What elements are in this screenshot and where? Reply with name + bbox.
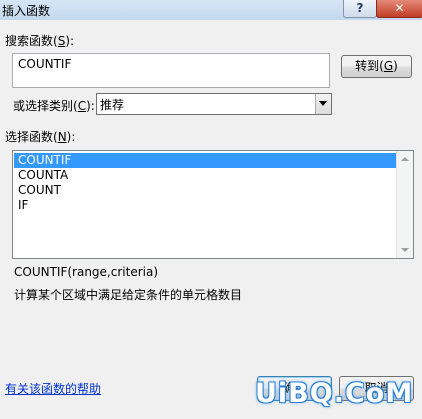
close-button[interactable]: ✕	[376, 0, 422, 18]
function-help-link[interactable]: 有关该函数的帮助	[5, 380, 101, 397]
category-label-prefix: 或选择类别(	[13, 99, 78, 113]
list-scrollbar[interactable]	[396, 151, 413, 258]
ok-button[interactable]: 确定	[257, 376, 332, 401]
search-label: 搜索函数(S):	[5, 32, 74, 49]
search-label-prefix: 搜索函数(	[5, 34, 58, 48]
title-bar: 插入函数 ? ✕	[0, 0, 422, 20]
function-item-count[interactable]: COUNT	[14, 183, 399, 198]
help-button[interactable]: ?	[343, 0, 377, 18]
function-item-if[interactable]: IF	[14, 198, 399, 213]
function-list-label-key: N	[57, 130, 67, 144]
scroll-up-icon[interactable]	[401, 157, 409, 161]
cancel-button[interactable]: 取消	[339, 376, 414, 401]
category-selected-value: 推荐	[100, 98, 125, 112]
function-list-label-suffix: ):	[66, 130, 76, 144]
search-label-suffix: ):	[65, 34, 75, 48]
goto-button[interactable]: 转到(G)	[341, 55, 412, 78]
function-list[interactable]: COUNTIF COUNTA COUNT IF	[12, 150, 414, 259]
category-label-key: C	[77, 99, 87, 113]
window-title: 插入函数	[2, 4, 51, 18]
category-label-suffix: ):	[86, 99, 95, 113]
function-item-countif[interactable]: COUNTIF	[14, 153, 399, 168]
function-description: 计算某个区域中满足给定条件的单元格数目	[14, 288, 243, 302]
chevron-down-icon	[319, 101, 327, 106]
dropdown-button[interactable]	[315, 94, 331, 114]
function-item-counta[interactable]: COUNTA	[14, 168, 399, 183]
search-input[interactable]: COUNTIF	[12, 53, 330, 88]
category-select[interactable]: 推荐	[96, 93, 332, 115]
function-syntax: COUNTIF(range,criteria)	[14, 265, 158, 279]
category-label: 或选择类别(C):	[13, 97, 95, 114]
function-list-label-prefix: 选择函数(	[5, 130, 58, 144]
function-list-label: 选择函数(N):	[5, 128, 75, 145]
goto-label-prefix: 转到(	[355, 59, 384, 73]
scroll-down-icon[interactable]	[401, 248, 409, 252]
search-input-value: COUNTIF	[18, 57, 72, 71]
goto-label-suffix: )	[393, 59, 398, 73]
goto-label-key: G	[383, 59, 394, 73]
